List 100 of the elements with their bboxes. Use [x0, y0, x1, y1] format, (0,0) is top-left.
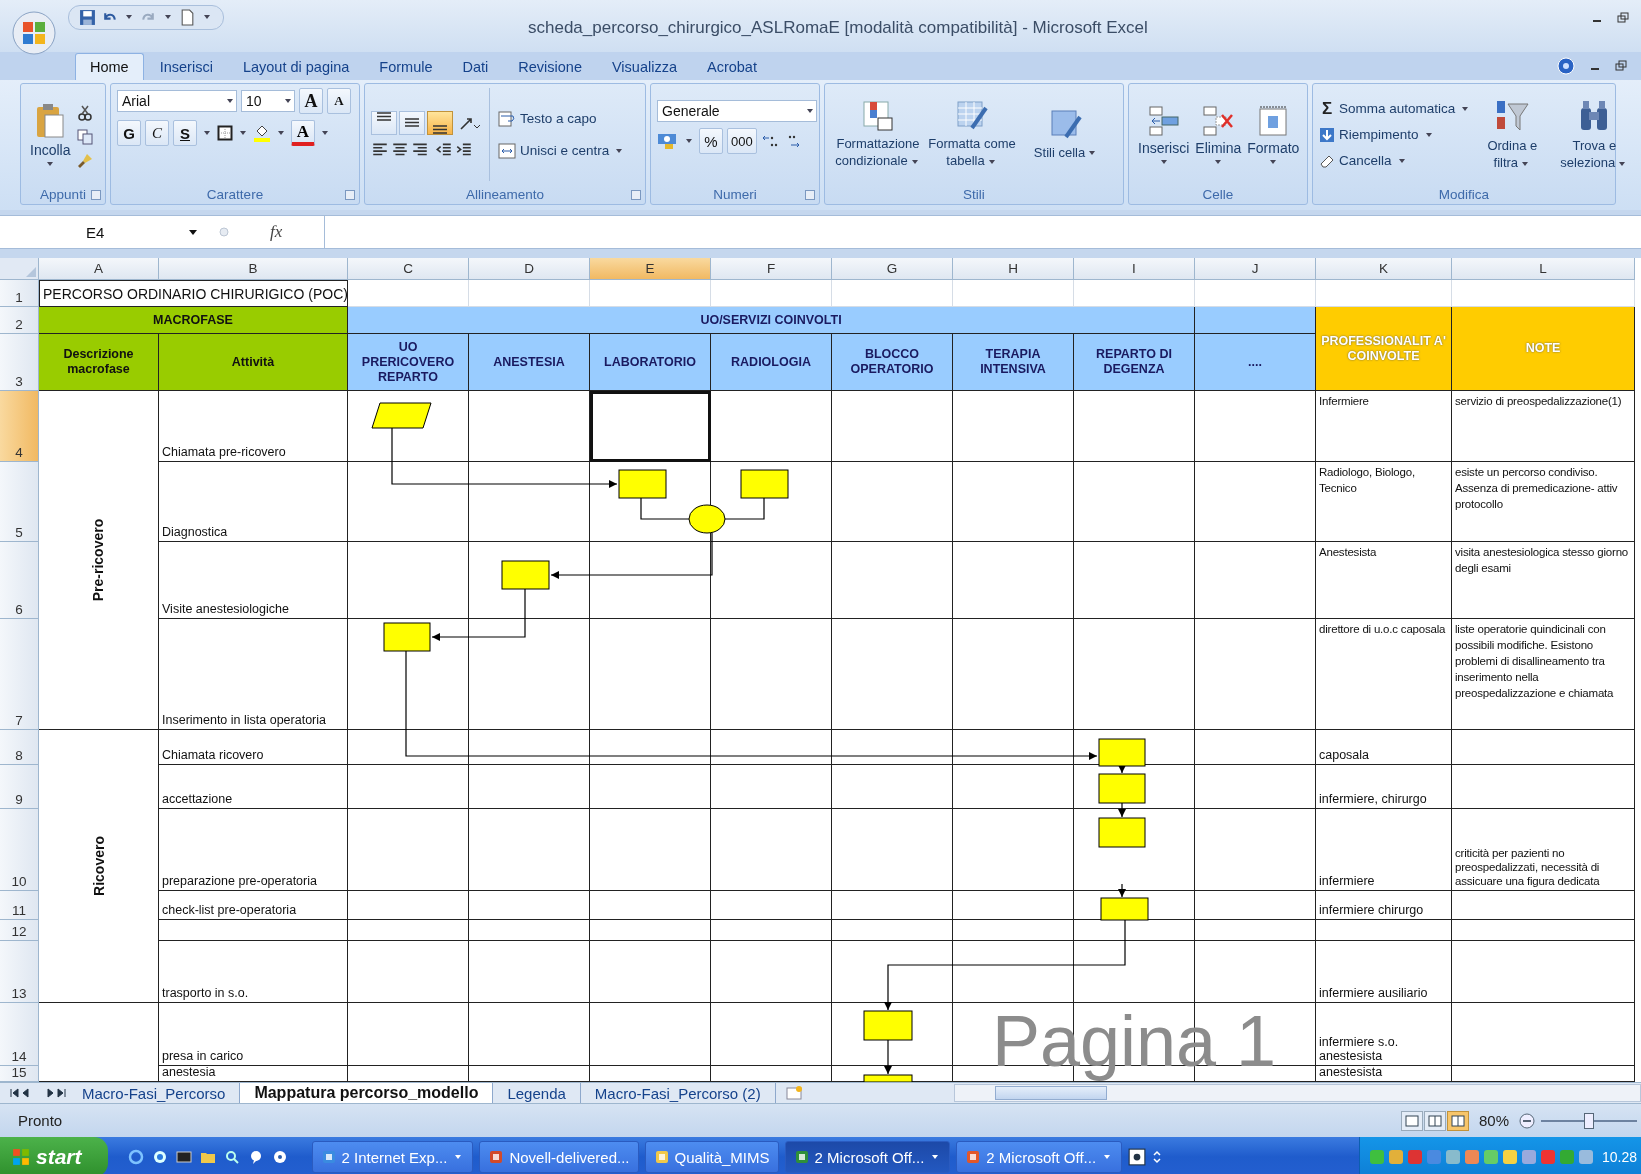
insert-function-button[interactable]: fx [270, 222, 283, 242]
sheet-nav-icon[interactable] [8, 1087, 68, 1099]
ribbon-tab[interactable]: Visualizza [597, 53, 691, 80]
row-header[interactable]: 13 [0, 941, 39, 1003]
zoom-slider[interactable] [1541, 1112, 1637, 1129]
column-header[interactable]: L [1452, 258, 1635, 280]
ribbon-tab[interactable]: Home [75, 53, 144, 80]
brush-icon[interactable] [77, 152, 94, 169]
copy-icon[interactable] [77, 128, 94, 145]
fill-button[interactable]: Riempimento [1319, 123, 1472, 146]
row-header[interactable]: 2 [0, 307, 39, 334]
slider-thumb[interactable] [1584, 1112, 1594, 1129]
borders-icon[interactable] [217, 125, 233, 141]
number-format-field[interactable]: Generale [657, 100, 817, 122]
italic-button[interactable]: C [145, 120, 169, 146]
ribbon-tab[interactable]: Dati [448, 53, 503, 80]
customize-caret-icon[interactable] [204, 15, 210, 19]
cells-button[interactable]: Elimina [1192, 103, 1245, 166]
browser-icon[interactable] [127, 1149, 144, 1165]
caret-icon[interactable] [278, 131, 284, 135]
row-header[interactable]: 10 [0, 809, 39, 891]
align-button[interactable] [427, 110, 453, 135]
ribbon-tab[interactable]: Inserisci [145, 53, 227, 80]
zoom-out-icon[interactable] [1519, 1112, 1535, 1129]
row-header[interactable]: 11 [0, 891, 39, 920]
percent-button[interactable]: % [699, 128, 723, 154]
styles-button[interactable]: Formattazione condizionale [831, 98, 925, 171]
row-header[interactable]: 8 [0, 730, 39, 765]
find-select-button[interactable]: Trova e seleziona [1553, 96, 1636, 173]
grow-font-button[interactable]: A [299, 88, 323, 114]
ribbon-tab[interactable]: Acrobat [693, 53, 771, 80]
ribbon-tab[interactable]: Layout di pagina [228, 53, 364, 80]
help-icon[interactable] [1128, 1148, 1147, 1166]
bold-button[interactable]: G [117, 120, 141, 146]
column-header[interactable]: F [711, 258, 832, 280]
terminal-icon[interactable] [175, 1149, 192, 1165]
underline-button[interactable]: S [173, 120, 197, 146]
row-header[interactable]: 15 [0, 1066, 39, 1082]
restore-icon[interactable] [1617, 12, 1629, 24]
column-header[interactable]: K [1316, 258, 1452, 280]
font-size-field[interactable]: 10 [241, 90, 295, 112]
new-document-icon[interactable] [179, 8, 196, 26]
restore-icon[interactable] [1615, 60, 1627, 72]
name-box[interactable]: E4 [0, 216, 210, 248]
taskbar-button[interactable]: Novell-delivered... [479, 1141, 639, 1173]
caret-icon[interactable] [204, 131, 210, 135]
view-button[interactable] [1446, 1110, 1469, 1131]
clear-button[interactable]: Cancella [1319, 149, 1472, 172]
font-name-field[interactable]: Arial [117, 90, 237, 112]
row-header[interactable]: 3 [0, 334, 39, 391]
column-header[interactable]: H [953, 258, 1074, 280]
caret-icon[interactable] [240, 131, 246, 135]
row-header[interactable]: 14 [0, 1003, 39, 1066]
taskbar-button[interactable]: 2 Internet Exp... [311, 1141, 474, 1173]
dialog-launcher-icon[interactable] [805, 190, 815, 200]
column-header[interactable]: C [348, 258, 469, 280]
shrink-font-button[interactable]: A [327, 88, 351, 114]
column-header[interactable]: J [1195, 258, 1316, 280]
taskbar-button[interactable]: 2 Microsoft Off... [784, 1141, 951, 1173]
scissors-icon[interactable] [77, 104, 94, 121]
caret-icon[interactable] [165, 15, 171, 19]
ribbon-tab[interactable]: Revisione [504, 53, 596, 80]
font-color-button[interactable]: A [291, 120, 315, 146]
fill-bucket-icon[interactable] [253, 124, 271, 142]
merge-center-button[interactable]: Unisci e centra [498, 139, 626, 162]
row-header[interactable]: 4 [0, 391, 39, 462]
column-header[interactable]: E [590, 258, 711, 280]
autosum-button[interactable]: Σ Somma automatica [1319, 97, 1472, 120]
row-header[interactable]: 12 [0, 920, 39, 941]
align-button[interactable] [399, 110, 425, 135]
styles-button[interactable]: Stili cella [1019, 106, 1113, 163]
column-header[interactable]: B [159, 258, 348, 280]
zoom-level[interactable]: 80% [1478, 1112, 1509, 1129]
caret-icon[interactable] [126, 15, 132, 19]
dialog-launcher-icon[interactable] [91, 190, 101, 200]
row-header[interactable]: 7 [0, 619, 39, 730]
taskbar-button[interactable]: 2 Microsoft Off... [956, 1141, 1123, 1173]
caret-icon[interactable] [686, 139, 692, 143]
globe-icon[interactable] [151, 1149, 168, 1165]
dialog-launcher-icon[interactable] [345, 190, 355, 200]
currency-icon[interactable] [657, 132, 679, 150]
row-header[interactable]: 1 [0, 280, 39, 307]
save-icon[interactable] [79, 8, 96, 26]
search-icon[interactable] [223, 1149, 240, 1165]
styles-button[interactable]: Formatta come tabella [925, 98, 1019, 171]
horizontal-scrollbar[interactable] [953, 1084, 1641, 1102]
ribbon-tab[interactable]: Formule [365, 53, 447, 80]
media-icon[interactable] [271, 1149, 288, 1165]
thousands-button[interactable]: 000 [727, 128, 757, 154]
sheet-tab[interactable]: Mappatura percorso_modello [240, 1083, 494, 1103]
row-header[interactable]: 5 [0, 462, 39, 542]
dialog-launcher-icon[interactable] [631, 190, 641, 200]
cells-button[interactable]: Inserisci [1135, 103, 1193, 166]
taskbar-button[interactable]: Qualità_MIMS [644, 1141, 779, 1173]
office-logo-icon[interactable] [12, 11, 56, 55]
view-button[interactable] [1423, 1110, 1446, 1131]
sort-filter-button[interactable]: Ordina e filtra [1471, 96, 1554, 173]
column-header[interactable]: G [832, 258, 953, 280]
wrap-text-button[interactable]: Testo a capo [498, 107, 626, 130]
view-button[interactable] [1400, 1110, 1423, 1131]
